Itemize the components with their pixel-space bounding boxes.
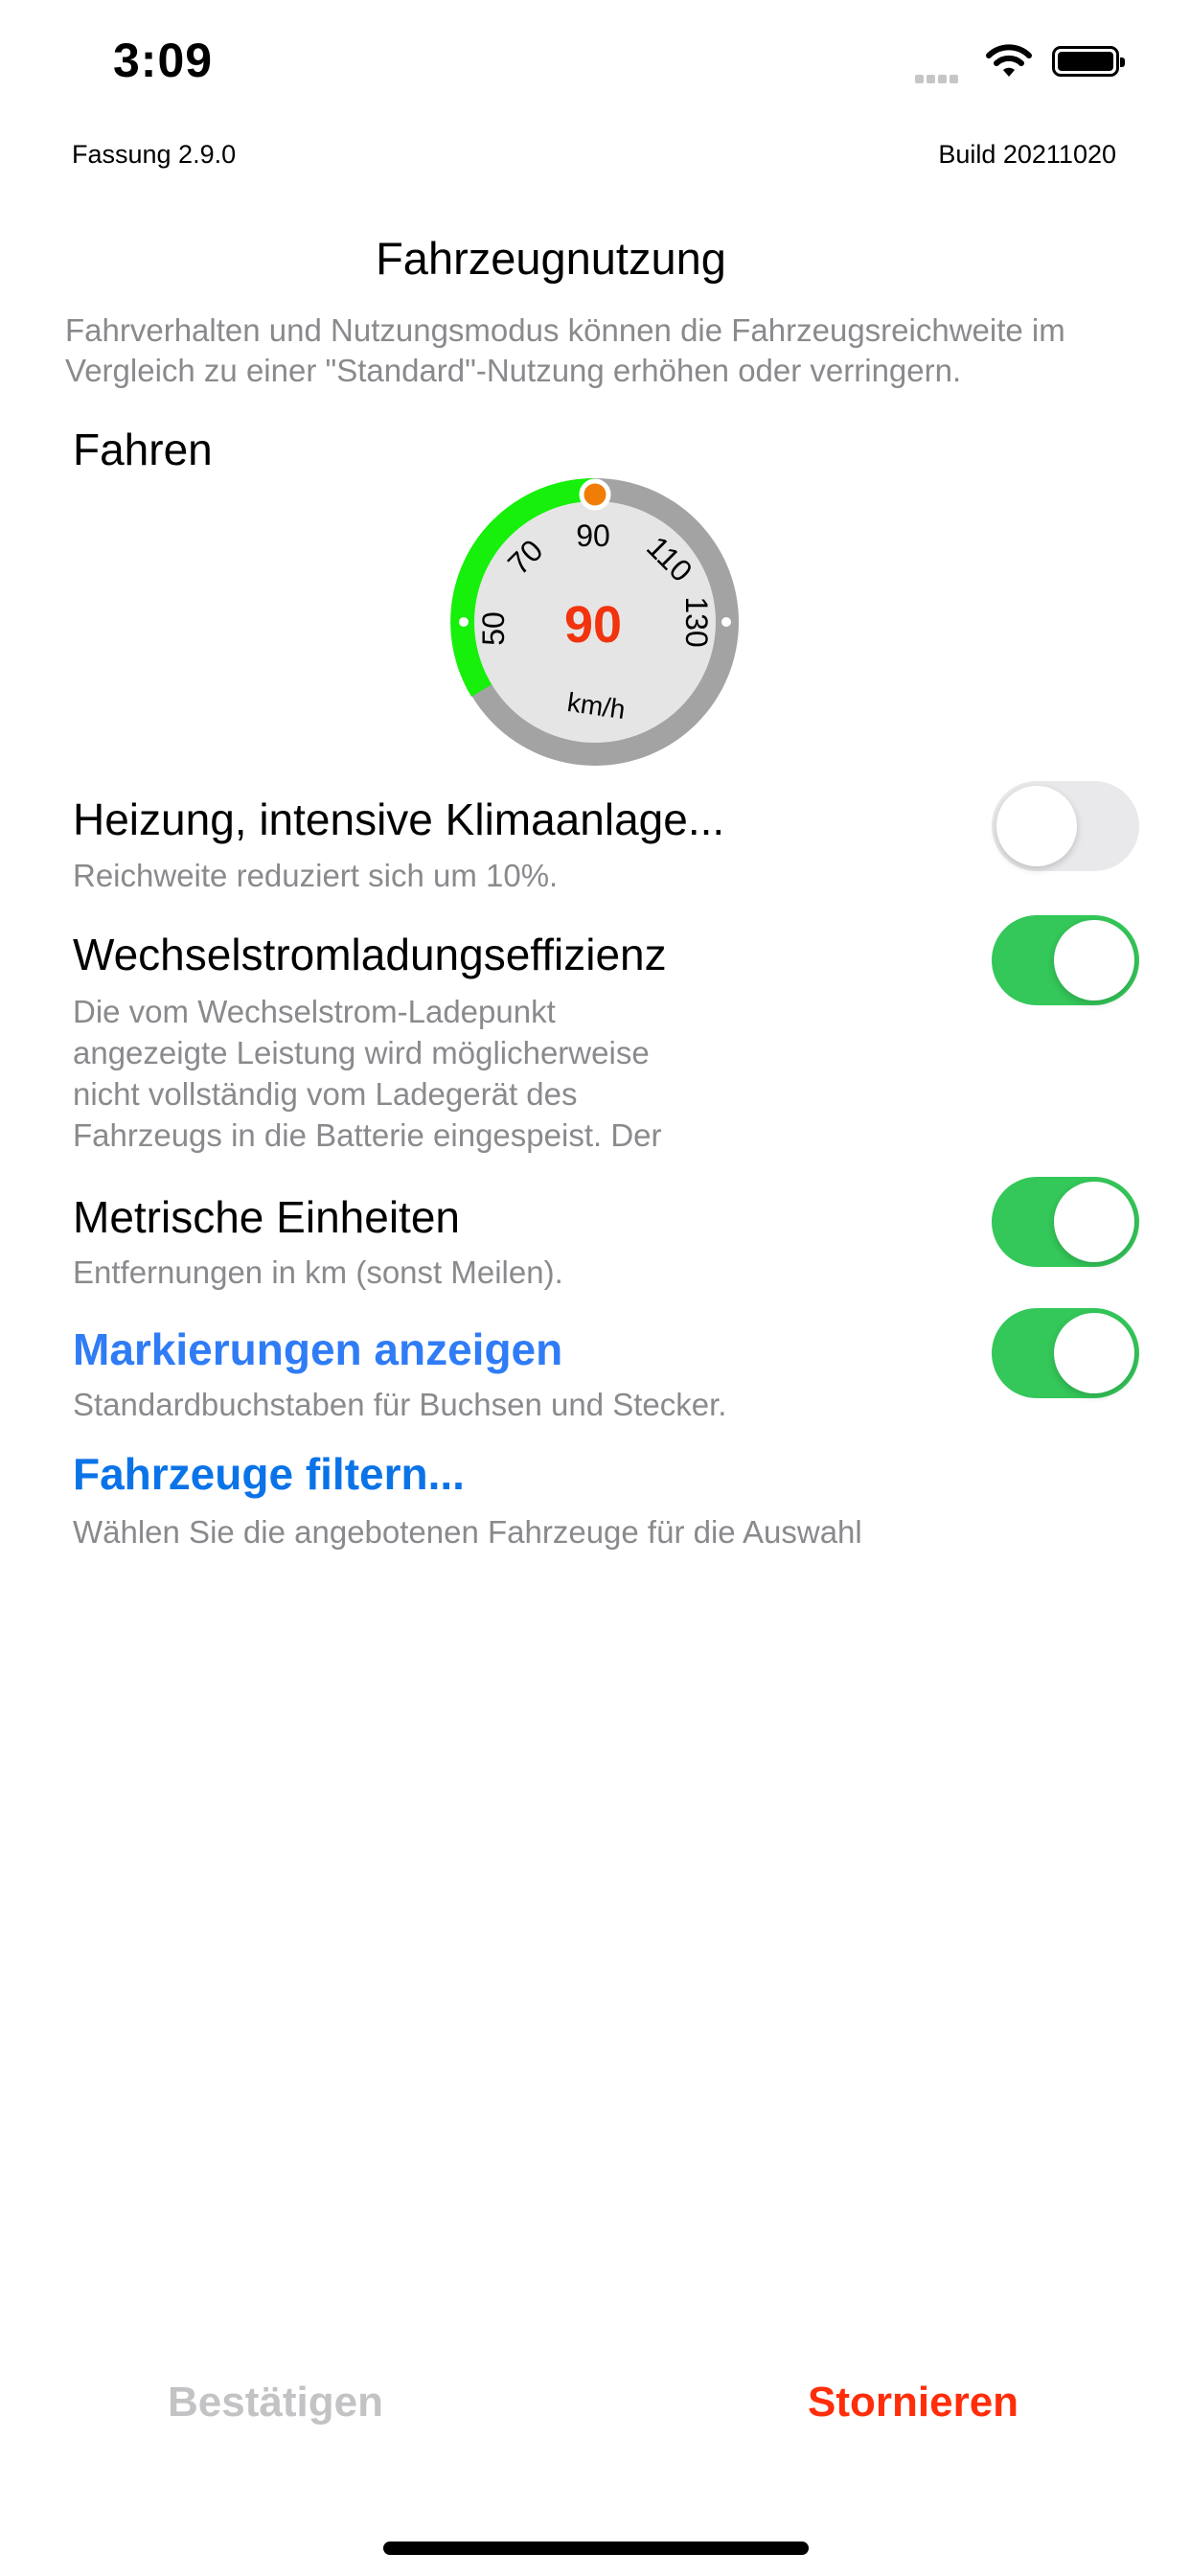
- home-indicator: [383, 2542, 809, 2555]
- heating-toggle[interactable]: [992, 781, 1139, 871]
- heating-setting-subtitle: Reichweite reduziert sich um 10%.: [73, 858, 559, 893]
- intro-text: Fahrverhalten und Nutzungsmodus können d…: [65, 312, 1065, 388]
- tick-label: 90: [576, 518, 610, 553]
- status-time: 3:09: [113, 34, 214, 87]
- ac-efficiency-toggle[interactable]: [992, 915, 1139, 1005]
- cellular-signal-icon: [915, 71, 961, 88]
- subtitle-line: Fahrzeugs in die Batterie eingespeist. D…: [73, 1117, 662, 1153]
- tick-label: 50: [476, 611, 511, 646]
- show-markers-link[interactable]: Markierungen anzeigen: [73, 1323, 562, 1375]
- tick-label: 130: [679, 596, 714, 647]
- driving-section-label: Fahren: [73, 425, 213, 474]
- metric-units-setting-title: Metrische Einheiten: [73, 1192, 460, 1242]
- toggle-knob: [1054, 920, 1134, 1000]
- toggle-knob: [1054, 1182, 1134, 1262]
- metric-units-setting-subtitle: Entfernungen in km (sonst Meilen).: [73, 1254, 563, 1290]
- filter-vehicles-link[interactable]: Fahrzeuge filtern...: [73, 1448, 465, 1500]
- battery-icon: [1052, 46, 1125, 77]
- wifi-icon: [985, 42, 1033, 85]
- build-label: Build 20211020: [938, 140, 1116, 169]
- toggle-knob: [1054, 1313, 1134, 1393]
- heating-setting-title: Heizung, intensive Klimaanlage...: [73, 794, 725, 844]
- toggle-knob: [996, 786, 1077, 866]
- speed-dial[interactable]: 50 70 90 110 130 90 km/h: [446, 473, 744, 775]
- page-title: Fahrzeugnutzung: [376, 233, 726, 284]
- cancel-button[interactable]: Stornieren: [808, 2379, 1018, 2426]
- version-label: Fassung 2.9.0: [72, 140, 237, 169]
- subtitle-line: Die vom Wechselstrom-Ladepunkt: [73, 994, 556, 1029]
- show-markers-subtitle: Standardbuchstaben für Buchsen und Steck…: [73, 1387, 727, 1422]
- speed-dial-handle[interactable]: [579, 478, 611, 511]
- subtitle-line: angezeigte Leistung wird möglicherweise: [73, 1035, 650, 1070]
- ac-efficiency-setting-subtitle: Die vom Wechselstrom-Ladepunkt angezeigt…: [73, 991, 662, 1156]
- subtitle-line: nicht vollständig vom Ladegerät des: [73, 1076, 578, 1112]
- metric-units-toggle[interactable]: [992, 1177, 1139, 1267]
- speed-value: 90: [564, 596, 622, 654]
- filter-vehicles-subtitle: Wählen Sie die angebotenen Fahrzeuge für…: [73, 1514, 862, 1550]
- confirm-button[interactable]: Bestätigen: [168, 2379, 383, 2426]
- ac-efficiency-setting-title: Wechselstromladungseffizienz: [73, 930, 667, 979]
- show-markers-toggle[interactable]: [992, 1308, 1139, 1398]
